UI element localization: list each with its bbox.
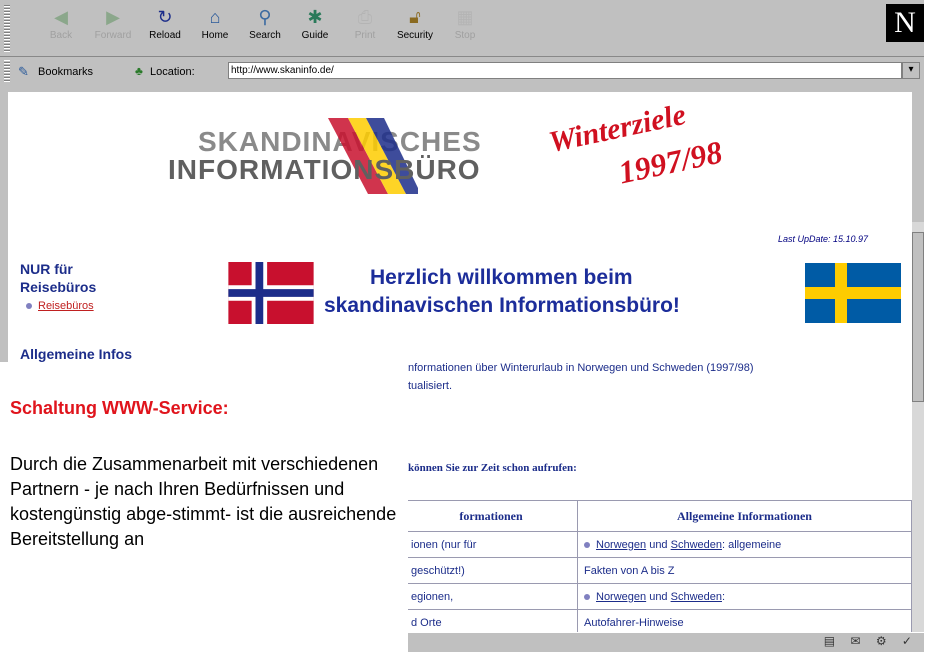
back-button[interactable]: ◀ Back xyxy=(36,6,86,41)
reisebueros-link-text[interactable]: Reisebüros xyxy=(38,300,94,312)
table-header-row: formationen Allgemeine Informationen xyxy=(404,500,912,532)
overlay-title: Schaltung WWW-Service: xyxy=(10,398,229,418)
back-label: Back xyxy=(49,30,73,41)
table-cell: Autofahrer-Hinweise xyxy=(577,609,912,632)
table-row: ionen (nur für Norwegen und Schweden: al… xyxy=(404,531,912,558)
table-cell: ionen (nur für xyxy=(404,531,578,558)
status-icons: ▤ ✉ ⚙ ✓ xyxy=(823,634,918,648)
security-label: Security xyxy=(396,30,434,41)
netscape-logo: N xyxy=(886,4,924,42)
status-bar: ▤ ✉ ⚙ ✓ xyxy=(408,632,924,652)
bookmarks-button[interactable]: Bookmarks xyxy=(38,66,93,78)
location-icon[interactable]: ♣ xyxy=(135,64,143,78)
print-icon: ⎙ xyxy=(357,7,373,27)
forward-button[interactable]: ▶ Forward xyxy=(88,6,138,41)
reload-button[interactable]: ↻ Reload xyxy=(140,6,190,41)
forward-arrow-icon: ▶ xyxy=(106,7,120,27)
info-table: formationen Allgemeine Informationen ion… xyxy=(404,500,912,632)
forward-label: Forward xyxy=(94,30,132,41)
bookmark-icon[interactable]: ✎ xyxy=(18,64,29,80)
search-label: Search xyxy=(249,30,281,41)
lock-icon: 🔓︎ xyxy=(409,7,421,27)
location-label: Location: xyxy=(150,66,195,78)
location-toolbar: ✎ Bookmarks ♣ Location: http://www.skani… xyxy=(0,58,924,84)
link-schweden[interactable]: Schweden xyxy=(671,591,722,603)
norway-flag-icon xyxy=(228,262,314,324)
section-heading: können Sie zur Zeit schon aufrufen: xyxy=(408,462,577,474)
bullet-icon xyxy=(584,541,590,548)
home-button[interactable]: ⌂ Home xyxy=(190,6,240,41)
link-schweden[interactable]: Schweden xyxy=(671,539,722,551)
guide-button[interactable]: ✱ Guide xyxy=(290,6,340,41)
table-header-left: formationen xyxy=(404,500,578,532)
table-cell: geschützt!) xyxy=(404,557,578,584)
stop-button[interactable]: ▦ Stop xyxy=(440,6,490,41)
sidebar-link-reisebueros[interactable]: Reisebüros xyxy=(26,300,94,312)
last-update: Last UpDate: 15.10.97 xyxy=(778,234,869,244)
home-icon: ⌂ xyxy=(209,7,221,27)
table-cell: egionen, xyxy=(404,583,578,610)
scrollbar-thumb[interactable] xyxy=(912,232,924,402)
url-dropdown-button[interactable]: ▾ xyxy=(902,62,920,79)
navigation-toolbar: ◀ Back ▶ Forward ↻ Reload ⌂ Home ⚲ Searc… xyxy=(0,0,924,57)
back-arrow-icon: ◀ xyxy=(54,7,68,27)
bullet-icon xyxy=(584,593,590,600)
reload-icon: ↻ xyxy=(157,7,173,27)
print-button[interactable]: ⎙ Print xyxy=(340,6,390,41)
guide-icon: ✱ xyxy=(307,7,323,27)
intro-text-line2: tualisiert. xyxy=(408,380,453,392)
table-header-right: Allgemeine Informationen xyxy=(577,500,912,532)
welcome-heading-line1: Herzlich willkommen beim xyxy=(370,266,633,289)
reload-label: Reload xyxy=(149,30,181,41)
home-label: Home xyxy=(201,30,229,41)
chevron-down-icon: ▾ xyxy=(908,64,914,75)
bullet-icon xyxy=(26,303,32,310)
locationbar-grip[interactable] xyxy=(4,60,10,82)
sweden-flag-icon xyxy=(805,263,901,323)
cell-text: und xyxy=(646,590,671,603)
search-icon: ⚲ xyxy=(258,7,272,27)
table-row: egionen, Norwegen und Schweden: xyxy=(404,583,912,610)
cell-text: : allgemeine xyxy=(721,538,782,551)
intro-text-line1: nformationen über Winterurlaub in Norweg… xyxy=(408,362,754,374)
table-cell: Norwegen und Schweden: allgemeine xyxy=(577,531,912,558)
welcome-heading-line2: skandinavischen Informationsbüro! xyxy=(324,294,680,317)
url-field[interactable]: http://www.skaninfo.de/ xyxy=(228,62,902,79)
sidebar-heading-allgemeine: Allgemeine Infos xyxy=(20,346,133,362)
link-norwegen[interactable]: Norwegen xyxy=(596,591,646,603)
table-cell: Norwegen und Schweden: xyxy=(577,583,912,610)
link-norwegen[interactable]: Norwegen xyxy=(596,539,646,551)
guide-label: Guide xyxy=(301,30,329,41)
toolbar-grip[interactable] xyxy=(4,4,10,52)
table-cell: Fakten von A bis Z xyxy=(577,557,912,584)
search-button[interactable]: ⚲ Search xyxy=(240,6,290,41)
stop-label: Stop xyxy=(454,30,476,41)
cell-text: und xyxy=(646,538,671,551)
table-row: geschützt!) Fakten von A bis Z xyxy=(404,557,912,584)
service-overlay: Schaltung WWW-Service: Durch die Zusamme… xyxy=(0,362,408,651)
sidebar-heading-reisebueros: NUR für Reisebüros xyxy=(20,261,97,295)
security-button[interactable]: 🔓︎ Security xyxy=(390,6,440,41)
table-cell: d Orte xyxy=(404,609,578,632)
overlay-text: Durch die Zusammenarbeit mit verschieden… xyxy=(10,454,397,549)
table-row: d Orte Autofahrer-Hinweise xyxy=(404,609,912,632)
print-label: Print xyxy=(354,30,376,41)
cell-text: : xyxy=(721,590,726,603)
logo-text-line2: INFORMATIONSBÜRO xyxy=(168,154,481,185)
stop-icon: ▦ xyxy=(456,7,474,27)
